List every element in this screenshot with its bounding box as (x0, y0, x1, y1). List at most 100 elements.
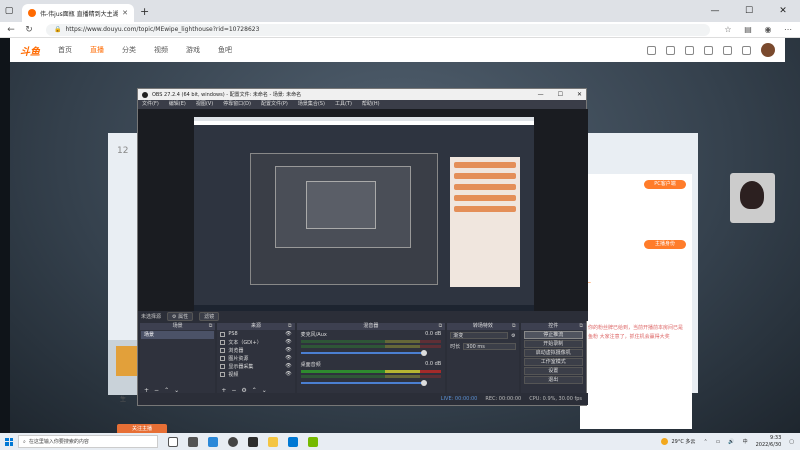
tab-actions-icon[interactable]: ▢ (0, 0, 18, 22)
back-icon[interactable]: ← (6, 25, 16, 35)
studio-mode-button[interactable]: 工作室模式 (523, 358, 583, 366)
volume-meter (300, 375, 442, 378)
properties-button[interactable]: ⚙ 属性 (167, 311, 194, 321)
visibility-eye-icon[interactable]: 👁 (285, 371, 291, 377)
follow-icon[interactable] (666, 45, 675, 55)
menu-file[interactable]: 文件(F) (142, 100, 159, 109)
edge-icon[interactable] (208, 436, 218, 447)
filters-button[interactable]: 滤镜 (199, 311, 220, 321)
download-icon[interactable] (704, 45, 713, 55)
favorite-star-icon[interactable]: ☆ (722, 25, 734, 34)
maximize-button[interactable]: ☐ (732, 0, 766, 22)
obs-close-button[interactable]: ✕ (577, 91, 582, 98)
menu-docks[interactable]: 停靠窗口(D) (223, 100, 251, 109)
obs-maximize-button[interactable]: ☐ (558, 91, 563, 98)
file-explorer-icon[interactable] (268, 436, 278, 447)
scene-item[interactable]: 场景 (141, 331, 215, 339)
menu-help[interactable]: 帮助(H) (362, 100, 380, 109)
taskbar-search[interactable]: ⌕ 在这里输入你要搜索的内容 (18, 435, 158, 448)
obs-taskbar-icon[interactable] (228, 436, 238, 447)
volume-meter (300, 370, 442, 373)
visibility-eye-icon[interactable]: 👁 (285, 347, 291, 353)
profile-icon[interactable]: ◉ (762, 25, 774, 34)
source-item[interactable]: PS8 👁 (217, 330, 294, 338)
no-source-label: 未选择源 (141, 313, 162, 320)
nav-game[interactable]: 游戏 (186, 45, 200, 55)
volume-icon[interactable]: 🔊 (728, 439, 734, 445)
transition-select[interactable]: 渐变 (450, 332, 509, 339)
menu-view[interactable]: 视图(V) (196, 100, 213, 109)
visibility-eye-icon[interactable]: 👁 (285, 363, 291, 369)
visibility-eye-icon[interactable]: 👁 (285, 339, 291, 345)
transition-settings-icon[interactable]: ⚙ (511, 333, 515, 339)
user-avatar[interactable] (761, 43, 775, 57)
notification-icon[interactable]: ▢ (789, 439, 794, 445)
nvidia-icon[interactable] (308, 436, 318, 447)
store-icon[interactable] (288, 436, 298, 447)
volume-slider[interactable] (300, 380, 428, 386)
controls-dock: 控件 ⧉ 停止推流 开始录制 启动虚拟摄像机 工作室模式 设置 退出 (520, 323, 586, 395)
menu-scene-collection[interactable]: 场景集合(S) (298, 100, 325, 109)
obs-minimize-button[interactable]: — (538, 91, 544, 98)
duration-label: 时长 (450, 344, 461, 350)
live-icon[interactable] (742, 45, 751, 55)
source-item[interactable]: 显示器采集 👁 (217, 362, 294, 370)
cpu-status: CPU: 0.9%, 30.00 fps (529, 396, 582, 402)
task-view-icon[interactable] (188, 436, 198, 447)
source-item[interactable]: 图片资源 👁 (217, 354, 294, 362)
source-item[interactable]: 浏览器 👁 (217, 346, 294, 354)
mixer-channel-mic: 麦克风/Aux 0.0 dB (297, 330, 446, 360)
show-hidden-icons[interactable]: ⌃ (703, 439, 707, 445)
url-field[interactable]: 🔒 https://www.douyu.com/topic/MEwipe_lig… (46, 23, 710, 36)
visibility-eye-icon[interactable]: 👁 (285, 355, 291, 361)
nav-yuba[interactable]: 鱼吧 (218, 45, 232, 55)
menu-edit[interactable]: 编辑(E) (169, 100, 186, 109)
minimize-button[interactable]: — (698, 0, 732, 22)
start-button[interactable] (0, 433, 18, 450)
clock[interactable]: 9:33 2022/6/30 (756, 435, 782, 449)
menu-tools[interactable]: 工具(T) (335, 100, 352, 109)
pc-client-chip[interactable]: PC客户端 (644, 180, 686, 189)
network-icon[interactable]: ▭ (716, 439, 721, 445)
source-item[interactable]: 文本（GDI+） 👁 (217, 338, 294, 346)
nav-category[interactable]: 分类 (122, 45, 136, 55)
browser-source-icon (220, 347, 226, 353)
new-tab-button[interactable]: + (140, 5, 149, 18)
source-item[interactable]: 视频 👁 (217, 370, 294, 378)
cortana-icon[interactable] (168, 436, 178, 447)
anchor-chip[interactable]: 主播身份 (644, 240, 686, 249)
stop-streaming-button[interactable]: 停止推流 (523, 331, 583, 339)
scenes-dock: 场景 ⧉ 场景 + − ⌃ ⌄ (140, 323, 216, 395)
tab-close-icon[interactable]: ✕ (122, 9, 128, 17)
collections-icon[interactable]: ▤ (742, 25, 754, 34)
start-recording-button[interactable]: 开始录制 (523, 340, 583, 348)
douyu-header: 斗鱼 首页 直播 分类 视频 游戏 鱼吧 (10, 38, 785, 62)
streamer-thumbnail[interactable] (730, 173, 775, 223)
nav-live[interactable]: 直播 (90, 45, 104, 55)
app-icon[interactable] (248, 436, 258, 447)
obs-preview[interactable] (138, 109, 588, 311)
nav-home[interactable]: 首页 (58, 45, 72, 55)
message-icon[interactable] (685, 45, 694, 55)
volume-slider[interactable] (300, 350, 428, 356)
upload-icon[interactable] (723, 45, 732, 55)
ime-icon[interactable]: 中 (743, 438, 748, 445)
settings-button[interactable]: 设置 (523, 367, 583, 375)
douyu-logo[interactable]: 斗鱼 (20, 43, 40, 58)
more-icon[interactable]: ⋯ (782, 25, 794, 34)
sources-dock: 来源 ⧉ PS8 👁 文本（GDI+） 👁 浏览器 👁 图片资源 👁 显示器采集 👁 视频 👁… (217, 323, 295, 395)
refresh-icon[interactable]: ↻ (24, 25, 34, 35)
weather-widget[interactable]: 29°C 多云 (661, 438, 695, 445)
visibility-eye-icon[interactable]: 👁 (285, 331, 291, 337)
douyu-chat-panel: PC客户端 主播身份 一 你的粉丝牌已给到，当前开播前本房间已是鱼粉 大家注意了… (580, 174, 692, 429)
volume-meter (300, 340, 442, 343)
menu-profile[interactable]: 配置文件(P) (261, 100, 288, 109)
gift-image (116, 346, 138, 376)
close-window-button[interactable]: ✕ (766, 0, 800, 22)
duration-input[interactable]: 300 ms (463, 343, 516, 350)
browser-tab[interactable]: 伟-伟jus面瓶 直播精到大主湖 -斗 ✕ (22, 4, 134, 22)
nav-video[interactable]: 视频 (154, 45, 168, 55)
exit-button[interactable]: 退出 (523, 376, 583, 384)
virtual-camera-button[interactable]: 启动虚拟摄像机 (523, 349, 583, 357)
history-icon[interactable] (647, 45, 656, 55)
